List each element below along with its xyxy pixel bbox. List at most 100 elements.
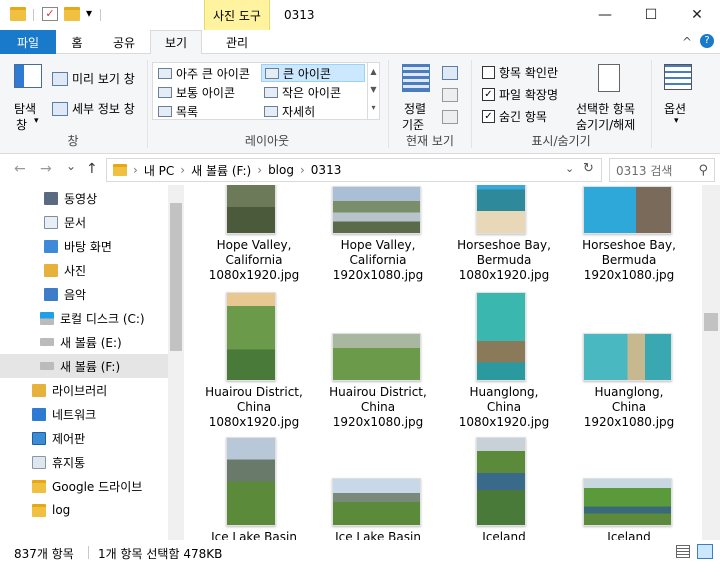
sidebar-item-recycle-bin[interactable]: 휴지통 [0,450,168,474]
thumbnail[interactable] [332,333,421,381]
layout-medium-icons[interactable]: 보통 아이콘 [155,83,235,101]
file-extensions-checkbox[interactable]: ✓ [482,88,495,101]
options-button[interactable]: 옵션 ▾ [658,60,698,128]
sidebar-item-libraries[interactable]: 라이브러리 [0,378,168,402]
address-bar[interactable]: › 내 PC › 새 볼륨 (F:) › blog › 0313 ⌄ ↻ [106,158,602,182]
sidebar-item-control-panel[interactable]: 제어판 [0,426,168,450]
file-item[interactable]: Iceland [442,530,566,540]
layout-scroll[interactable]: ▲ ▼ ▾ [367,63,379,119]
sidebar-item-volume-e[interactable]: 새 볼륨 (E:) [0,330,168,354]
breadcrumb-volume-f[interactable]: 새 볼륨 (F:) [191,162,251,179]
tab-manage[interactable]: 관리 [212,30,262,54]
thumbnail[interactable] [226,292,276,381]
file-item[interactable]: Huanglong, China 1920x1080.jpg [567,385,691,430]
file-item[interactable]: Ice Lake Basin [192,530,316,540]
properties-icon[interactable]: ✓ [42,7,58,21]
content-scrollbar[interactable] [702,185,720,540]
breadcrumb-my-pc[interactable]: 내 PC [144,162,174,179]
thumbnail[interactable] [583,333,672,381]
file-item[interactable]: Horseshoe Bay, Bermuda 1920x1080.jpg [567,238,691,283]
content-scrollbar-thumb[interactable] [704,313,718,331]
sidebar-item-log[interactable]: log [0,498,168,522]
thumbnail[interactable] [332,186,421,234]
breadcrumb-0313[interactable]: 0313 [311,163,342,177]
details-pane-button[interactable]: 세부 정보 창 [52,100,135,117]
thumbnail[interactable] [226,437,276,526]
file-item[interactable]: Horseshoe Bay, Bermuda 1080x1920.jpg [442,238,566,283]
folder-icon [113,164,127,176]
search-box[interactable]: 0313 검색 ⚲ [609,158,715,182]
layout-details[interactable]: 자세히 [261,102,315,120]
sidebar-item-pictures[interactable]: 사진 [0,258,168,282]
tab-file[interactable]: 파일 [0,30,56,54]
navigation-pane-button[interactable]: 탐색 창 ▾ [6,60,46,132]
quick-access-dropdown-icon[interactable]: ▾ [86,6,92,20]
hide-selected-items-button[interactable]: 선택한 항목 숨기기/해제 [574,60,644,132]
separator [651,60,652,148]
sidebar-item-network[interactable]: 네트워크 [0,402,168,426]
back-button[interactable]: ← [14,161,26,177]
maximize-button[interactable]: ☐ [628,0,674,30]
group-by-icon[interactable] [442,66,458,80]
minimize-button[interactable]: — [582,0,628,30]
sidebar-item-desktop[interactable]: 바탕 화면 [0,234,168,258]
status-bar: 837개 항목 1개 항목 선택함 478KB [0,540,720,565]
refresh-button[interactable]: ↻ [583,161,594,176]
details-view-icon[interactable] [676,545,690,558]
file-item[interactable]: Huanglong, China 1080x1920.jpg [442,385,566,430]
item-checkboxes-toggle[interactable]: 항목 확인란 [482,64,558,81]
file-item[interactable]: Ice Lake Basin [316,530,440,540]
thumbnail[interactable] [476,292,526,381]
tab-view[interactable]: 보기 [150,30,202,55]
close-button[interactable]: ✕ [674,0,720,30]
file-extensions-toggle[interactable]: ✓ 파일 확장명 [482,86,558,103]
layout-extra-large-icons[interactable]: 아주 큰 아이콘 [155,64,250,82]
address-dropdown-icon[interactable]: ⌄ [565,162,574,175]
collapse-ribbon-icon[interactable]: ^ [682,35,692,49]
folder-icon [10,7,26,21]
sidebar-scrollbar-thumb[interactable] [170,203,182,351]
thumbnail[interactable] [476,185,526,234]
sidebar-item-local-disk-c[interactable]: 로컬 디스크 (C:) [0,306,168,330]
search-icon[interactable]: ⚲ [698,163,708,178]
tab-share[interactable]: 공유 [104,30,144,54]
search-input[interactable]: 0313 검색 [616,162,672,179]
breadcrumb-blog[interactable]: blog [268,163,294,177]
item-checkboxes-label: 항목 확인란 [499,66,559,80]
thumbnail[interactable] [226,185,276,234]
sidebar-item-videos[interactable]: 동영상 [0,186,168,210]
hidden-items-checkbox[interactable]: ✓ [482,110,495,123]
file-item[interactable]: Huairou District, China 1080x1920.jpg [192,385,316,430]
file-item[interactable]: Hope Valley, California 1080x1920.jpg [192,238,316,283]
new-folder-icon[interactable] [64,7,80,21]
tab-home[interactable]: 홈 [62,30,92,54]
separator [471,60,472,148]
sidebar-item-google-drive[interactable]: Google 드라이브 [0,474,168,498]
hidden-items-toggle[interactable]: ✓ 숨긴 항목 [482,108,547,125]
large-icons-view-icon[interactable] [697,544,713,559]
thumbnail[interactable] [332,478,421,526]
add-columns-icon[interactable] [442,88,458,102]
thumbnail[interactable] [583,478,672,526]
sidebar-item-documents[interactable]: 문서 [0,210,168,234]
file-item[interactable]: Iceland [567,530,691,540]
folder-icon [32,479,46,493]
layout-small-icons[interactable]: 작은 아이콘 [261,83,341,101]
help-icon[interactable]: ? [700,34,714,48]
preview-pane-button[interactable]: 미리 보기 창 [52,70,135,87]
size-columns-icon[interactable] [442,110,458,124]
layout-list[interactable]: 목록 [155,102,198,120]
ribbon: 탐색 창 ▾ 미리 보기 창 세부 정보 창 창 아주 큰 아이콘 큰 아이콘 … [0,54,720,154]
recent-locations-button[interactable]: ⌄ [66,159,76,173]
sidebar-item-music[interactable]: 음악 [0,282,168,306]
sidebar-item-volume-f[interactable]: 새 볼륨 (F:) [0,354,168,378]
forward-button[interactable]: → [40,161,52,177]
file-item[interactable]: Hope Valley, California 1920x1080.jpg [316,238,440,283]
item-checkboxes-checkbox[interactable] [482,66,495,79]
up-button[interactable]: ↑ [86,161,98,177]
sort-by-button[interactable]: 정렬 기준 [396,60,436,132]
layout-large-icons[interactable]: 큰 아이콘 [261,64,365,82]
thumbnail[interactable] [583,186,672,234]
file-item[interactable]: Huairou District, China 1920x1080.jpg [316,385,440,430]
thumbnail[interactable] [476,437,526,526]
